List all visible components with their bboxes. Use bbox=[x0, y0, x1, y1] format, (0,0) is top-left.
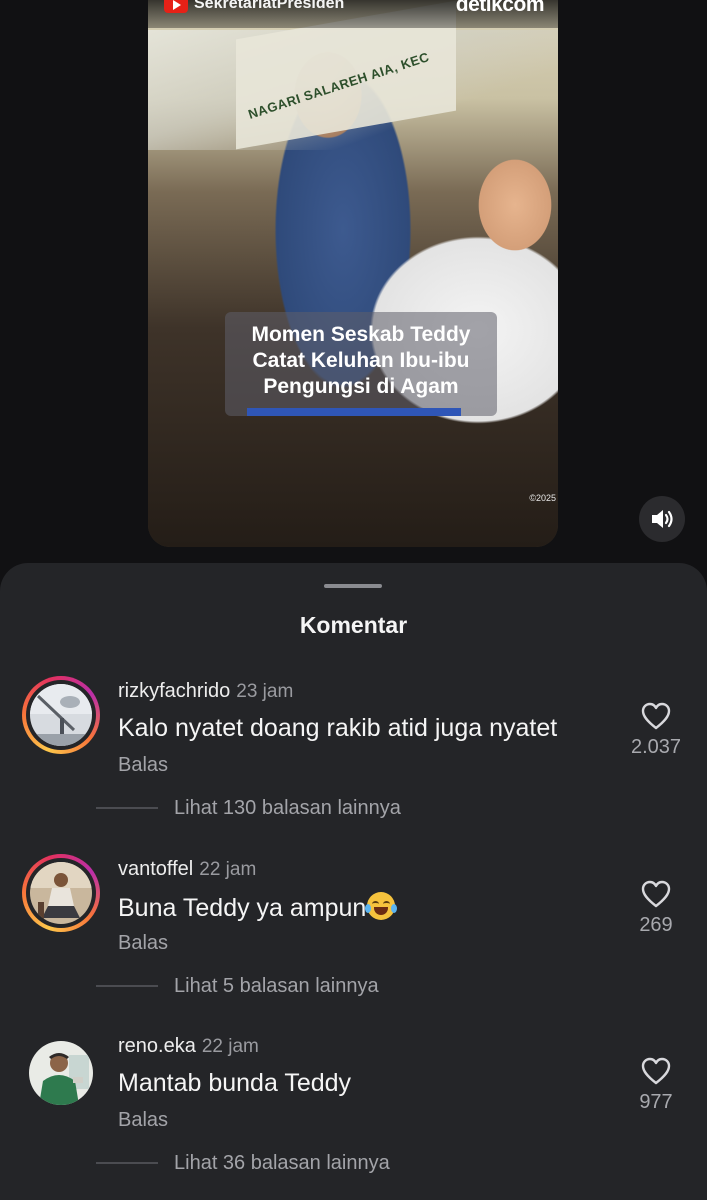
comment-time: 22 jam bbox=[199, 859, 257, 880]
app-screen: NAGARI SALAREH AIA, KEC SekretariatPresi… bbox=[0, 0, 707, 1200]
reply-button[interactable]: Balas bbox=[118, 1109, 168, 1132]
channel-name: SekretariatPresiden bbox=[194, 0, 345, 12]
view-replies-label[interactable]: Lihat 36 balasan lainnya bbox=[174, 1152, 390, 1175]
comment-username[interactable]: reno.eka 22 jam bbox=[118, 1035, 259, 1058]
video-caption: Momen Seskab Teddy Catat Keluhan Ibu-ibu… bbox=[225, 312, 497, 416]
replies-divider bbox=[96, 985, 158, 987]
comment-text-body: Buna Teddy ya ampun bbox=[118, 894, 367, 922]
caption-line: Momen Seskab Teddy bbox=[251, 323, 471, 346]
reply-button[interactable]: Balas bbox=[118, 754, 168, 777]
comment-username[interactable]: rizkyfachrido 23 jam bbox=[118, 680, 293, 703]
caption-line: Pengungsi di Agam bbox=[263, 375, 459, 398]
view-replies-label[interactable]: Lihat 5 balasan lainnya bbox=[174, 975, 379, 998]
caption-line: Catat Keluhan Ibu-ibu bbox=[252, 349, 470, 372]
view-replies-button[interactable]: Lihat 130 balasan lainnya bbox=[96, 793, 401, 823]
comment-text: Mantab bunda Teddy bbox=[118, 1069, 352, 1097]
like-count: 2.037 bbox=[630, 736, 682, 758]
username-text[interactable]: reno.eka bbox=[118, 1035, 196, 1057]
replies-divider bbox=[96, 807, 158, 809]
replies-divider bbox=[96, 1162, 158, 1164]
comment-username[interactable]: vantoffel 22 jam bbox=[118, 858, 256, 881]
username-text[interactable]: rizkyfachrido bbox=[118, 680, 230, 702]
avatar-image bbox=[30, 862, 92, 924]
comment-item: rizkyfachrido 23 jam Kalo nyatet doang ra… bbox=[0, 676, 707, 836]
comment-time: 22 jam bbox=[201, 1036, 259, 1057]
youtube-icon bbox=[164, 0, 188, 13]
like-button[interactable]: 977 bbox=[620, 1057, 692, 1114]
video-watermark-bar: SekretariatPresiden detikcom bbox=[148, 0, 558, 28]
comment-time: 23 jam bbox=[236, 681, 294, 702]
avatar[interactable] bbox=[22, 676, 100, 754]
heart-icon bbox=[641, 702, 671, 730]
avatar[interactable] bbox=[22, 854, 100, 932]
comment-item: reno.eka 22 jam Mantab bunda Teddy Balas … bbox=[0, 1031, 707, 1191]
view-replies-label[interactable]: Lihat 130 balasan lainnya bbox=[174, 797, 401, 820]
like-button[interactable]: 269 bbox=[620, 880, 692, 937]
avatar[interactable] bbox=[29, 1041, 93, 1105]
comment-text: Buna Teddy ya ampun bbox=[118, 892, 398, 923]
comments-sheet: Komentar rizkyfachrido 23 jam Kalo nyate… bbox=[0, 563, 707, 1200]
caption-underline bbox=[247, 408, 461, 416]
copyright-text: ©2025 bbox=[529, 493, 556, 503]
comment-text: Kalo nyatet doang rakib atid juga nyatet bbox=[118, 714, 558, 742]
brand-logo: detikcom bbox=[455, 0, 545, 16]
like-count: 269 bbox=[639, 914, 673, 936]
heart-icon bbox=[641, 1057, 671, 1085]
speaker-icon bbox=[652, 510, 673, 528]
like-button[interactable]: 2.037 bbox=[620, 702, 692, 759]
reply-button[interactable]: Balas bbox=[118, 932, 168, 955]
drag-handle[interactable] bbox=[324, 584, 382, 588]
view-replies-button[interactable]: Lihat 5 balasan lainnya bbox=[96, 971, 379, 1001]
username-text[interactable]: vantoffel bbox=[118, 858, 193, 880]
comment-item: vantoffel 22 jam Buna Teddy ya ampun Bala… bbox=[0, 854, 707, 1014]
laughing-emoji-icon bbox=[365, 892, 398, 920]
avatar-image bbox=[29, 1041, 93, 1105]
like-count: 977 bbox=[639, 1091, 673, 1113]
heart-icon bbox=[641, 880, 671, 908]
sheet-title: Komentar bbox=[299, 612, 408, 638]
view-replies-button[interactable]: Lihat 36 balasan lainnya bbox=[96, 1148, 390, 1178]
avatar-image bbox=[30, 684, 92, 746]
video-player[interactable]: NAGARI SALAREH AIA, KEC SekretariatPresi… bbox=[148, 0, 558, 547]
mute-button[interactable] bbox=[639, 496, 685, 542]
